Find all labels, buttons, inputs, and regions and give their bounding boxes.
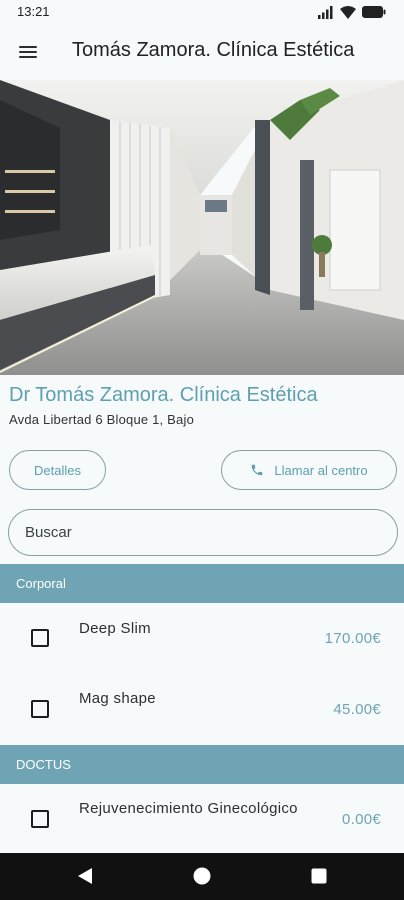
item-name: Mag shape bbox=[79, 690, 156, 707]
list-item[interactable]: Mag shape 45.00€ bbox=[0, 673, 404, 743]
status-icons bbox=[318, 5, 386, 19]
item-price: 0.00€ bbox=[341, 811, 381, 828]
clinic-hero-image bbox=[0, 80, 404, 375]
status-bar: 13:21 bbox=[0, 0, 404, 24]
page-title: Tomás Zamora. Clínica Estética bbox=[72, 39, 355, 61]
details-button-label: Detalles bbox=[34, 462, 81, 478]
signal-icon bbox=[318, 5, 333, 19]
item-checkbox[interactable] bbox=[31, 629, 49, 647]
item-price: 170.00€ bbox=[324, 630, 381, 647]
back-icon[interactable] bbox=[76, 867, 94, 885]
item-price: 45.00€ bbox=[333, 701, 381, 718]
list-item[interactable]: Deep Slim 170.00€ bbox=[0, 603, 404, 673]
battery-icon bbox=[362, 6, 386, 18]
app-bar: Tomás Zamora. Clínica Estética bbox=[0, 24, 404, 80]
item-checkbox[interactable] bbox=[31, 810, 49, 828]
system-navigation-bar bbox=[0, 853, 404, 900]
list-item[interactable]: Rejuvenecimiento Ginecológico 0.00€ bbox=[0, 784, 404, 854]
item-checkbox[interactable] bbox=[31, 700, 49, 718]
call-center-label: Llamar al centro bbox=[274, 462, 368, 478]
item-name: Deep Slim bbox=[79, 620, 151, 637]
clinic-name: Dr Tomás Zamora. Clínica Estética bbox=[9, 384, 318, 406]
phone-icon bbox=[252, 464, 263, 476]
section-header-corporal: Corporal bbox=[0, 564, 404, 603]
search-box[interactable] bbox=[8, 509, 398, 556]
item-name: Rejuvenecimiento Ginecológico bbox=[79, 800, 298, 817]
menu-icon[interactable] bbox=[16, 40, 40, 64]
section-title: DOCTUS bbox=[16, 757, 71, 772]
search-input[interactable] bbox=[25, 510, 385, 555]
wifi-icon bbox=[340, 5, 356, 19]
section-title: Corporal bbox=[16, 576, 66, 591]
section-header-doctus: DOCTUS bbox=[0, 745, 404, 784]
call-center-button[interactable]: Llamar al centro bbox=[221, 450, 397, 490]
recents-icon[interactable] bbox=[310, 867, 328, 885]
clinic-address: Avda Libertad 6 Bloque 1, Bajo bbox=[9, 412, 195, 427]
details-button[interactable]: Detalles bbox=[9, 450, 106, 490]
home-icon[interactable] bbox=[193, 867, 211, 885]
status-time: 13:21 bbox=[17, 4, 50, 19]
